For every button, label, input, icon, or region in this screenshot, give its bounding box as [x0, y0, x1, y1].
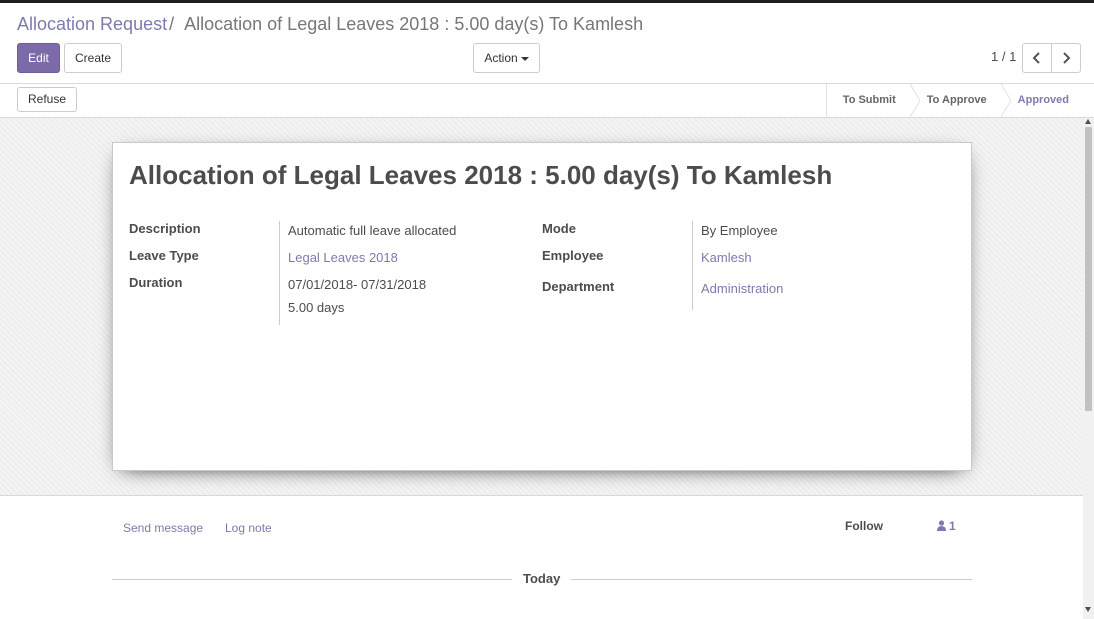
- form-sheet-background: Allocation of Legal Leaves 2018 : 5.00 d…: [0, 118, 1083, 496]
- caret-down-icon: [520, 56, 529, 61]
- description-value: Automatic full leave allocated: [288, 223, 457, 238]
- follow-button[interactable]: Follow: [845, 519, 883, 533]
- form-statusbar: Refuse To Submit To Approve Approved: [0, 84, 1094, 118]
- day-separator-line: [112, 579, 512, 580]
- stage-to-approve: To Approve: [909, 84, 1011, 117]
- stage-arrow: [909, 84, 920, 117]
- send-message-link[interactable]: Send message: [123, 521, 203, 535]
- stage-label: To Approve: [926, 94, 987, 106]
- action-dropdown-label: Action: [484, 51, 518, 65]
- stage-to-submit: To Submit: [825, 84, 920, 117]
- duration-days-value: 5.00 days: [288, 300, 345, 315]
- pager-previous-button[interactable]: [1022, 43, 1052, 73]
- day-separator-line: [571, 579, 972, 580]
- status-stages: To Submit To Approve Approved: [825, 84, 1083, 117]
- stage-label: To Submit: [842, 94, 896, 106]
- department-label: Department: [542, 279, 615, 294]
- edit-button[interactable]: Edit: [17, 43, 60, 73]
- scroll-up-arrow-icon[interactable]: [1085, 119, 1091, 124]
- field-divider: [692, 221, 693, 310]
- chevron-left-icon: [1032, 52, 1040, 64]
- page-scrollbar[interactable]: [1083, 118, 1094, 619]
- user-icon: [937, 520, 946, 531]
- employee-label: Employee: [542, 248, 604, 263]
- mode-label: Mode: [542, 221, 576, 236]
- duration-label: Duration: [129, 275, 183, 290]
- action-dropdown-button[interactable]: Action: [473, 43, 540, 73]
- record-title: Allocation of Legal Leaves 2018 : 5.00 d…: [129, 160, 833, 190]
- stage-approved: Approved: [1000, 84, 1083, 117]
- breadcrumb-parent-link[interactable]: Allocation Request: [17, 14, 167, 34]
- department-link[interactable]: Administration: [701, 281, 783, 296]
- refuse-button[interactable]: Refuse: [17, 87, 77, 112]
- stage-label: Approved: [1017, 94, 1069, 106]
- description-label: Description: [129, 221, 201, 236]
- pager-value[interactable]: 1 / 1: [991, 49, 1016, 64]
- breadcrumb-separator: /: [169, 14, 175, 34]
- scroll-down-arrow-icon[interactable]: [1085, 607, 1091, 612]
- leave-type-label: Leave Type: [129, 248, 199, 263]
- mode-value: By Employee: [701, 223, 778, 238]
- create-button[interactable]: Create: [64, 43, 122, 73]
- followers-count: 1: [949, 519, 956, 533]
- duration-dates-value: 07/01/2018- 07/31/2018: [288, 277, 427, 292]
- scrollbar-thumb[interactable]: [1085, 127, 1092, 411]
- pager-next-button[interactable]: [1051, 43, 1081, 73]
- breadcrumb-current: Allocation of Legal Leaves 2018 : 5.00 d…: [184, 14, 644, 34]
- stage-arrow: [1000, 84, 1011, 117]
- chevron-right-icon: [1063, 52, 1071, 64]
- leave-type-link[interactable]: Legal Leaves 2018: [288, 250, 398, 265]
- log-note-link[interactable]: Log note: [225, 521, 272, 535]
- control-panel: Allocation Request / Allocation of Legal …: [0, 3, 1094, 84]
- day-separator-label: Today: [523, 571, 561, 586]
- field-divider: [279, 221, 280, 325]
- employee-link[interactable]: Kamlesh: [701, 250, 752, 265]
- breadcrumb: Allocation Request / Allocation of Legal …: [17, 14, 643, 35]
- form-sheet: Allocation of Legal Leaves 2018 : 5.00 d…: [112, 142, 972, 471]
- followers-button[interactable]: 1: [937, 519, 956, 533]
